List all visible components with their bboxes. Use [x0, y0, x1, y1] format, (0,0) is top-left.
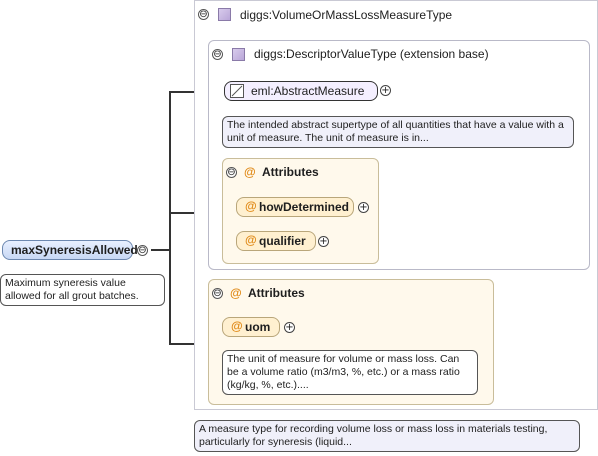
base-attributes-collapse-icon[interactable]: ⊖ [226, 167, 237, 178]
attribute-qualifier-label: qualifier [259, 234, 306, 248]
abstract-measure-element[interactable]: eml:AbstractMeasure [224, 81, 378, 101]
type-collapse-icon[interactable]: ⊖ [198, 9, 209, 20]
attributes-icon: @ [230, 286, 242, 300]
abstract-measure-description: The intended abstract supertype of all q… [222, 116, 574, 148]
root-collapse-icon[interactable]: ⊖ [137, 245, 148, 256]
attribute-howDetermined-label: howDetermined [259, 200, 350, 214]
expand-howDetermined-icon[interactable]: + [358, 202, 369, 213]
base-type-icon [232, 48, 245, 61]
attribute-icon: @ [245, 199, 257, 213]
attributes-icon: @ [244, 165, 256, 179]
root-element[interactable]: maxSyneresisAllowed [2, 240, 138, 260]
attribute-icon: @ [245, 233, 257, 247]
root-description: Maximum syneresis value allowed for all … [0, 274, 165, 306]
complex-type-icon [218, 8, 231, 21]
root-element-label: maxSyneresisAllowed [11, 243, 138, 257]
extension-attributes-label: Attributes [248, 286, 305, 300]
attribute-uom-label: uom [245, 320, 271, 334]
abstract-measure-label: eml:AbstractMeasure [251, 84, 365, 98]
base-attributes-label: Attributes [262, 165, 319, 179]
type-name: diggs:VolumeOrMassLossMeasureType [240, 8, 453, 22]
base-type-name: diggs:DescriptorValueType (extension bas… [254, 47, 489, 61]
uom-description: The unit of measure for volume or mass l… [222, 350, 478, 395]
extension-attributes-collapse-icon[interactable]: ⊖ [212, 288, 223, 299]
abstract-element-icon [230, 84, 244, 98]
attribute-icon: @ [231, 319, 243, 333]
expand-abstract-measure-icon[interactable]: + [380, 85, 391, 96]
type-description: A measure type for recording volume loss… [194, 420, 580, 452]
expand-qualifier-icon[interactable]: + [318, 236, 329, 247]
base-collapse-icon[interactable]: ⊖ [212, 49, 223, 60]
expand-uom-icon[interactable]: + [284, 322, 295, 333]
